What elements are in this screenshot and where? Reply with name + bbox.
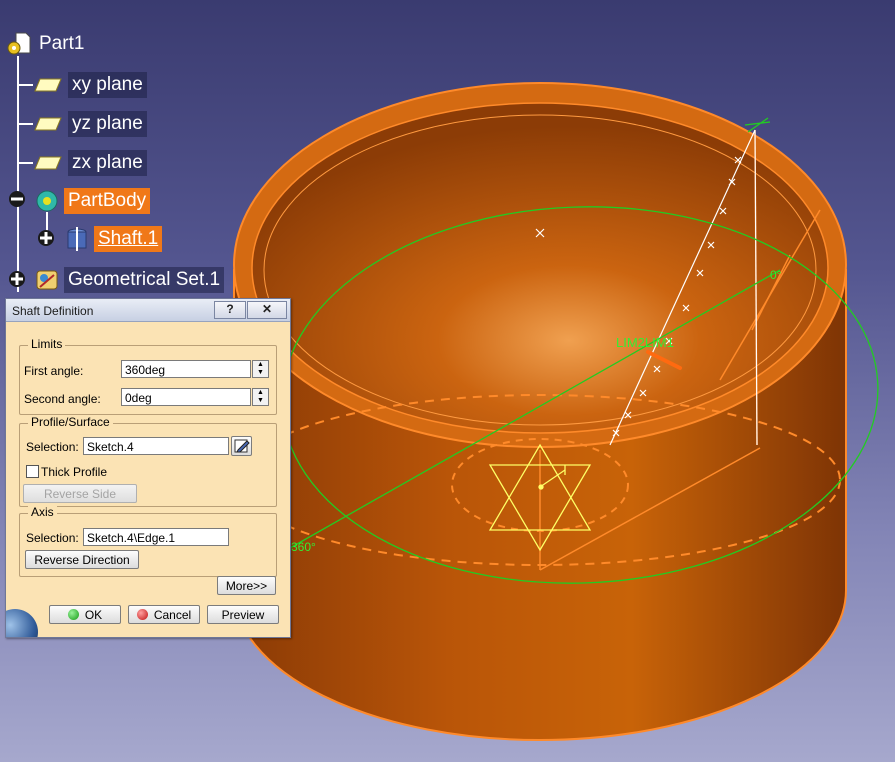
dialog-title: Shaft Definition [12, 304, 94, 318]
second-angle-spinner[interactable]: ▲ ▼ [252, 388, 269, 406]
tree-item-label: PartBody [64, 188, 151, 214]
limits-annotation: LIM2LIM1 [616, 335, 674, 350]
reverse-side-button[interactable]: Reverse Side [23, 484, 137, 503]
thick-profile-checkbox[interactable] [26, 465, 39, 478]
tree-item-part1[interactable]: Part1 [5, 29, 88, 59]
first-angle-input[interactable]: 360deg [121, 360, 251, 378]
profile-selection-field[interactable]: Sketch.4 [83, 437, 229, 455]
body-icon [36, 190, 58, 212]
dialog-titlebar[interactable]: Shaft Definition ? ✕ [6, 299, 290, 322]
tree-item-zx-plane[interactable]: zx plane [34, 148, 147, 178]
expand-icon[interactable] [37, 229, 55, 247]
cancel-red-icon [136, 609, 148, 621]
ok-button[interactable]: OK [49, 605, 121, 624]
tree-item-partbody[interactable]: PartBody [34, 186, 151, 216]
ok-green-icon [67, 609, 79, 621]
sketcher-button[interactable] [231, 436, 252, 456]
part-icon [7, 32, 31, 55]
tree-item-label: Part1 [39, 33, 85, 54]
limits-legend: Limits [28, 337, 66, 351]
second-angle-label: Second angle: [24, 392, 101, 406]
tree-item-label: xy plane [68, 72, 147, 98]
tree-item-geometrical-set[interactable]: Geometrical Set.1 [34, 265, 225, 295]
spin-down-icon[interactable]: ▼ [253, 369, 268, 377]
plane-icon [34, 78, 62, 92]
cylinder-inner-cavity [251, 102, 829, 434]
axis-selection-field[interactable]: Sketch.4\Edge.1 [83, 528, 229, 546]
profile-selection-label: Selection: [26, 440, 79, 454]
collapse-icon[interactable] [8, 190, 26, 208]
thick-profile-label: Thick Profile [41, 465, 108, 479]
expand-icon[interactable] [8, 270, 26, 288]
catia-logo [6, 599, 46, 637]
spin-up-icon[interactable]: ▲ [253, 361, 268, 369]
tree-item-label: Shaft.1 [94, 226, 163, 252]
spin-down-icon[interactable]: ▼ [253, 397, 268, 405]
sketch-pencil-icon [234, 439, 250, 453]
tree-item-shaft1[interactable]: Shaft.1 [64, 224, 163, 254]
shaft-definition-dialog: Shaft Definition ? ✕ Limits First angle:… [5, 298, 291, 638]
close-button[interactable]: ✕ [247, 301, 287, 319]
ok-button-label: OK [84, 608, 103, 622]
geometrical-set-icon [36, 270, 58, 290]
angle-label-left: 360° [291, 540, 316, 554]
preview-button[interactable]: Preview [207, 605, 279, 624]
spin-up-icon[interactable]: ▲ [253, 389, 268, 397]
angle-label-top: 0° [770, 268, 782, 282]
tree-item-label: Geometrical Set.1 [64, 267, 225, 293]
first-angle-spinner[interactable]: ▲ ▼ [252, 360, 269, 378]
axis-selection-label: Selection: [26, 531, 79, 545]
tree-item-label: yz plane [68, 111, 147, 137]
plane-icon [34, 156, 62, 170]
plane-icon [34, 117, 62, 131]
axis-legend: Axis [28, 505, 57, 519]
tree-item-yz-plane[interactable]: yz plane [34, 109, 147, 139]
profile-surface-legend: Profile/Surface [28, 415, 113, 429]
more-button[interactable]: More>> [217, 576, 276, 595]
cancel-button-label: Cancel [153, 608, 192, 622]
first-angle-label: First angle: [24, 364, 84, 378]
tree-item-label: zx plane [68, 150, 147, 176]
cancel-button[interactable]: Cancel [128, 605, 200, 624]
second-angle-input[interactable]: 0deg [121, 388, 251, 406]
reverse-direction-button[interactable]: Reverse Direction [25, 550, 139, 569]
help-button[interactable]: ? [214, 301, 246, 319]
shaft-icon [67, 227, 87, 251]
tree-item-xy-plane[interactable]: xy plane [34, 70, 147, 100]
